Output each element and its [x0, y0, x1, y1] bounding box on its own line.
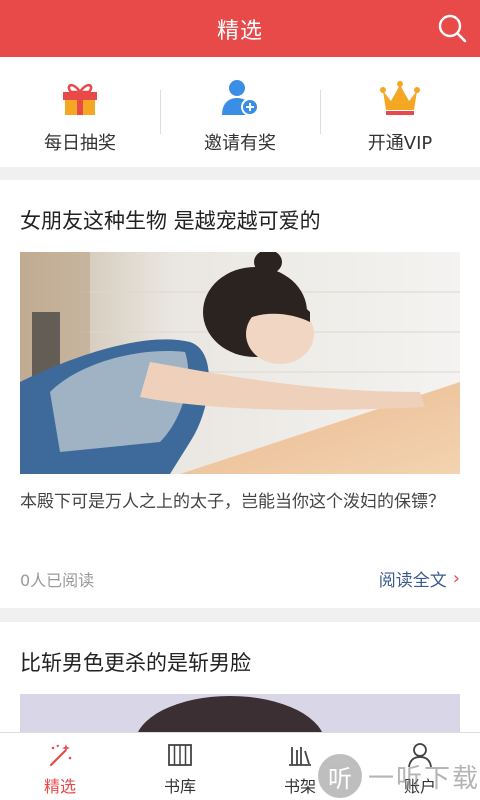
add-user-icon — [222, 80, 259, 116]
article-card[interactable]: 比斩男色更杀的是斩男脸 — [0, 622, 480, 732]
top-bar: 精选 — [0, 0, 480, 57]
vip-label: 开通VIP — [367, 133, 433, 154]
nav-label: 书库 — [163, 777, 196, 796]
bottom-navigation: 精选 书库 书架 账户 — [0, 732, 480, 800]
library-icon — [168, 744, 192, 766]
article-cover-image[interactable] — [20, 252, 460, 474]
nav-label: 账户 — [403, 777, 436, 796]
app-screen: 精选 每日抽奖 邀请有奖 开通VIP 女朋友这种生物 是越宠越可爱的 本殿下可是… — [0, 0, 480, 800]
magic-wand-icon — [49, 744, 72, 767]
invite-reward-button[interactable]: 邀请有奖 — [160, 57, 320, 167]
page-title: 精选 — [216, 18, 263, 44]
search-icon[interactable] — [436, 12, 468, 44]
article-photo — [20, 694, 460, 732]
nav-item-account[interactable]: 账户 — [360, 733, 480, 800]
bookshelf-icon — [289, 747, 311, 766]
nav-item-library[interactable]: 书库 — [120, 733, 240, 800]
read-full-text-link[interactable]: 阅读全文 › — [379, 566, 460, 591]
vip-button[interactable]: 开通VIP — [320, 57, 480, 167]
read-count: 0人已阅读 — [20, 571, 95, 590]
daily-lottery-button[interactable]: 每日抽奖 — [0, 57, 160, 167]
gift-icon — [63, 84, 97, 115]
article-title[interactable]: 女朋友这种生物 是越宠越可爱的 — [20, 205, 321, 235]
nav-label: 精选 — [43, 777, 76, 796]
nav-item-bookshelf[interactable]: 书架 — [240, 733, 360, 800]
nav-item-featured[interactable]: 精选 — [0, 733, 120, 800]
article-card[interactable]: 女朋友这种生物 是越宠越可爱的 本殿下可是万人之上的太子，岂能当你这个泼妇的保镖… — [0, 180, 480, 608]
article-description: 本殿下可是万人之上的太子，岂能当你这个泼妇的保镖？ — [20, 492, 445, 512]
chevron-right-icon: › — [452, 568, 460, 589]
daily-lottery-label: 每日抽奖 — [44, 133, 116, 154]
article-cover-image[interactable] — [20, 694, 460, 732]
user-icon — [408, 743, 432, 768]
nav-label: 书架 — [283, 777, 316, 796]
quick-actions: 每日抽奖 邀请有奖 开通VIP — [0, 57, 480, 167]
invite-reward-label: 邀请有奖 — [204, 133, 276, 154]
read-full-text-label: 阅读全文 — [378, 571, 447, 591]
article-title[interactable]: 比斩男色更杀的是斩男脸 — [20, 647, 251, 677]
crown-icon — [380, 81, 420, 115]
article-photo — [20, 252, 460, 474]
